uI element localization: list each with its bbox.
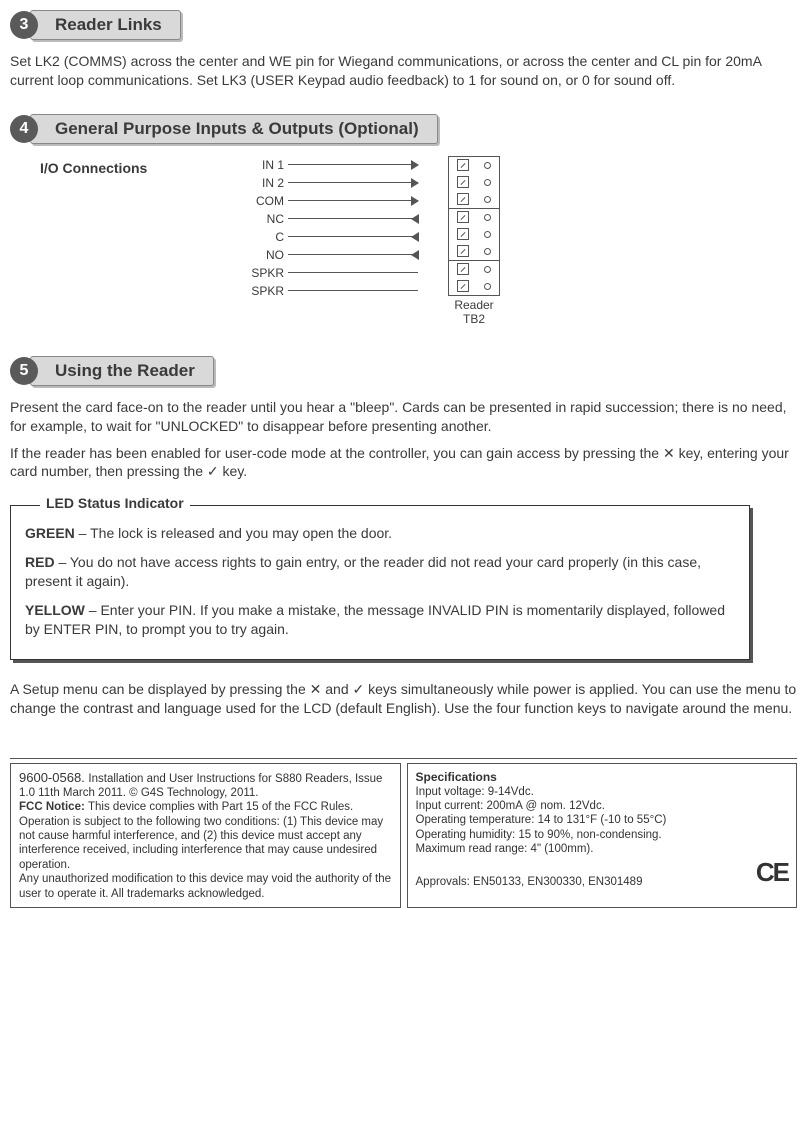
terminal-block <box>448 156 500 296</box>
section-4-header: 4 General Purpose Inputs & Outputs (Opti… <box>10 114 797 144</box>
wire-hole-icon <box>484 283 491 290</box>
text: A Setup menu can be displayed by pressin… <box>10 681 310 697</box>
footer-left: 9600-0568. Installation and User Instruc… <box>10 763 401 908</box>
io-connections-diagram: I/O Connections IN 1 IN 2 COM NC C NO SP… <box>10 156 797 326</box>
footer: 9600-0568. Installation and User Instruc… <box>10 758 797 908</box>
wire-hole-icon <box>484 248 491 255</box>
pin-label: COM <box>240 194 288 208</box>
step-number-3: 3 <box>10 11 38 39</box>
screw-terminal-icon <box>457 176 469 188</box>
pin-label: NO <box>240 248 288 262</box>
screw-terminal-icon <box>457 263 469 275</box>
led-red-text: – You do not have access rights to gain … <box>25 554 701 589</box>
arrow-left-icon <box>288 254 418 255</box>
step-number-4: 4 <box>10 115 38 143</box>
led-yellow-label: YELLOW <box>25 602 85 618</box>
led-green-text: – The lock is released and you may open … <box>75 525 392 541</box>
cross-icon: ✕ <box>310 681 322 697</box>
section-3-header: 3 Reader Links <box>10 10 797 40</box>
pin-label: SPKR <box>240 284 288 298</box>
wire-hole-icon <box>484 179 491 186</box>
pin-label: SPKR <box>240 266 288 280</box>
led-green-label: GREEN <box>25 525 75 541</box>
pin-label: IN 2 <box>240 176 288 190</box>
led-red-label: RED <box>25 554 55 570</box>
screw-terminal-icon <box>457 245 469 257</box>
ce-mark-icon: CE <box>756 856 788 889</box>
tb-caption-1: Reader <box>454 298 493 312</box>
spec-line: Input current: 200mA @ nom. 12Vdc. <box>416 799 789 813</box>
section-5-para2: If the reader has been enabled for user-… <box>10 444 797 482</box>
section-5-para1: Present the card face-on to the reader u… <box>10 398 797 436</box>
spec-line: Operating temperature: 14 to 131°F (-10 … <box>416 813 789 827</box>
spec-line: Approvals: EN50133, EN300330, EN301489 <box>416 875 643 889</box>
section-3-body: Set LK2 (COMMS) across the center and WE… <box>10 52 797 90</box>
screw-terminal-icon <box>457 280 469 292</box>
tb-caption-2: TB2 <box>463 312 485 326</box>
cross-icon: ✕ <box>663 445 675 461</box>
wire-hole-icon <box>484 162 491 169</box>
mod-text: Any unauthorized modification to this de… <box>19 873 391 899</box>
screw-terminal-icon <box>457 193 469 205</box>
screw-terminal-icon <box>457 228 469 240</box>
pin-label: IN 1 <box>240 158 288 172</box>
led-status-title: LED Status Indicator <box>40 495 190 511</box>
check-icon: ✓ <box>207 463 219 479</box>
pin-label: NC <box>240 212 288 226</box>
wire-hole-icon <box>484 214 491 221</box>
arrow-right-icon <box>288 164 418 165</box>
led-yellow-text: – Enter your PIN. If you make a mistake,… <box>25 602 725 637</box>
io-connections-label: I/O Connections <box>40 160 147 176</box>
text: and <box>321 681 352 697</box>
arrow-left-icon <box>288 236 418 237</box>
text: If the reader has been enabled for user-… <box>10 445 663 461</box>
arrow-left-icon <box>288 218 418 219</box>
text: key. <box>219 463 248 479</box>
check-icon: ✓ <box>353 681 365 697</box>
wire-hole-icon <box>484 196 491 203</box>
wire-hole-icon <box>484 231 491 238</box>
line-icon <box>288 290 418 291</box>
footer-right: Specifications Input voltage: 9-14Vdc. I… <box>407 763 798 908</box>
led-status-box: LED Status Indicator GREEN – The lock is… <box>10 505 750 659</box>
doc-number: 9600-0568. <box>19 770 88 785</box>
section-5-header: 5 Using the Reader <box>10 356 797 386</box>
line-icon <box>288 272 418 273</box>
setup-menu-text: A Setup menu can be displayed by pressin… <box>10 680 797 718</box>
pin-label: C <box>240 230 288 244</box>
arrow-right-icon <box>288 200 418 201</box>
spec-line: Operating humidity: 15 to 90%, non-conde… <box>416 828 789 842</box>
step-title-3: Reader Links <box>30 10 181 40</box>
screw-terminal-icon <box>457 159 469 171</box>
fcc-label: FCC Notice: <box>19 801 88 813</box>
step-title-5: Using the Reader <box>30 356 214 386</box>
step-title-4: General Purpose Inputs & Outputs (Option… <box>30 114 438 144</box>
specs-header: Specifications <box>416 770 789 785</box>
screw-terminal-icon <box>457 211 469 223</box>
spec-line: Input voltage: 9-14Vdc. <box>416 785 789 799</box>
wire-hole-icon <box>484 266 491 273</box>
spec-line: Maximum read range: 4" (100mm). <box>416 842 789 856</box>
step-number-5: 5 <box>10 357 38 385</box>
arrow-right-icon <box>288 182 418 183</box>
